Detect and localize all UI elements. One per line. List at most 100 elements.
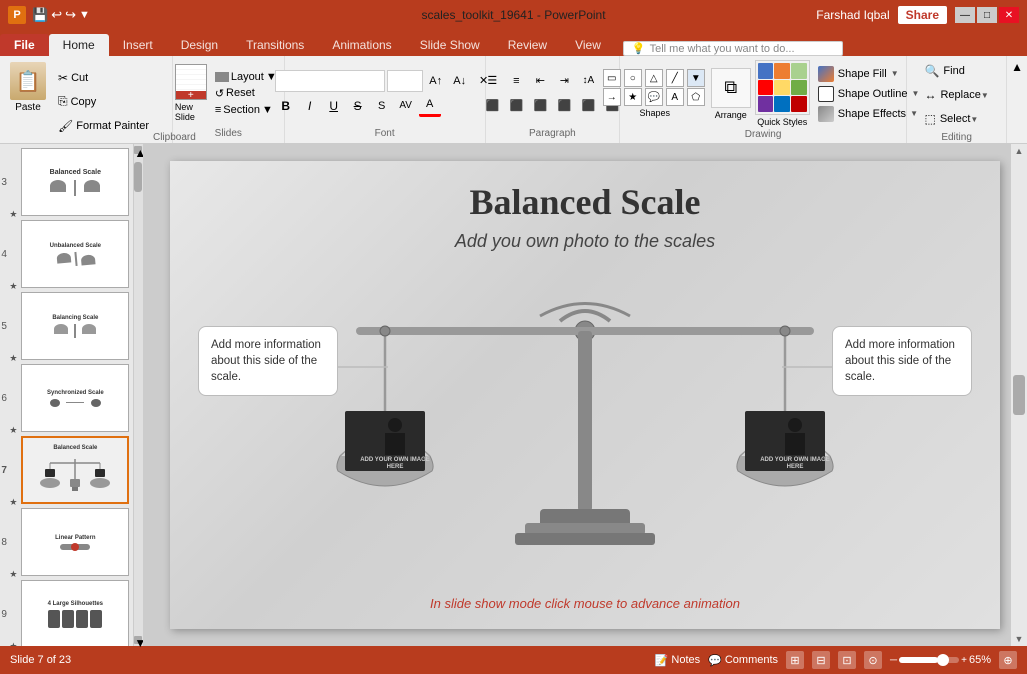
shape-text[interactable]: A	[666, 88, 684, 106]
shape-circle[interactable]: ○	[624, 69, 642, 87]
shape-pentagon[interactable]: ⬠	[687, 88, 705, 106]
zoom-plus[interactable]: +	[961, 655, 967, 666]
slide-thumb-8[interactable]: Linear Pattern	[21, 508, 129, 576]
grid-view-button[interactable]: ⊟	[812, 651, 830, 669]
font-color-button[interactable]: A	[419, 95, 441, 117]
char-spacing-button[interactable]: AV	[395, 95, 417, 117]
tab-animations[interactable]: Animations	[318, 34, 405, 56]
canvas-scrollbar[interactable]: ▲ ▼	[1011, 144, 1027, 646]
align-right-button[interactable]: ⬛	[529, 95, 551, 117]
redo-icon[interactable]: ↪	[65, 7, 76, 23]
select-button[interactable]: ⬚ Select ▼	[920, 108, 992, 130]
underline-button[interactable]: U	[323, 95, 345, 117]
find-button[interactable]: 🔍 Find	[920, 60, 992, 82]
undo-icon[interactable]: ↩	[51, 7, 62, 23]
left-pan-image[interactable]: ADD YOUR OWN IMAGE HERE	[355, 414, 435, 474]
slide-thumb-4[interactable]: Unbalanced Scale	[21, 220, 129, 288]
tab-file[interactable]: File	[0, 34, 49, 56]
zoom-handle[interactable]	[937, 654, 949, 666]
canvas-scroll-thumb[interactable]	[1013, 375, 1025, 415]
font-name-input[interactable]	[275, 70, 385, 92]
font-group: A↑ A↓ ✕ B I U S S AV A Font	[285, 56, 486, 143]
tab-slideshow[interactable]: Slide Show	[406, 34, 494, 56]
quick-styles-button[interactable]: Quick Styles	[755, 60, 810, 127]
paste-button[interactable]: 📋 Paste	[4, 60, 52, 143]
tab-design[interactable]: Design	[167, 34, 232, 56]
close-button[interactable]: ✕	[999, 7, 1019, 23]
reading-view-button[interactable]: ⊡	[838, 651, 856, 669]
tab-review[interactable]: Review	[494, 34, 561, 56]
cut-button[interactable]: ✂Cut	[54, 67, 153, 89]
minimize-button[interactable]: —	[955, 7, 975, 23]
strikethrough-button[interactable]: S	[347, 95, 369, 117]
shape-more[interactable]: ▼	[687, 69, 705, 87]
canvas-scroll-up[interactable]: ▲	[1013, 144, 1026, 158]
justify-button[interactable]: ⬛	[553, 95, 575, 117]
shadow-button[interactable]: S	[371, 95, 393, 117]
window-controls: — □ ✕	[955, 7, 1019, 23]
shapes-button[interactable]: ▭ ○ △ ╱ ▼ → ★ 💬 A ⬠ Shapes	[603, 69, 707, 118]
slide-thumb-6[interactable]: Synchronized Scale	[21, 364, 129, 432]
zoom-slider[interactable]	[899, 657, 959, 663]
slide-thumb-7[interactable]: Balanced Scale	[21, 436, 129, 504]
shape-callout[interactable]: 💬	[645, 88, 663, 106]
copy-button[interactable]: ⎘Copy	[54, 91, 153, 113]
new-slide-button[interactable]: + New Slide	[175, 64, 207, 122]
shape-rect[interactable]: ▭	[603, 69, 621, 87]
customize-icon[interactable]: ▼	[79, 9, 90, 21]
help-search[interactable]: 💡 Tell me what you want to do...	[623, 41, 843, 56]
ribbon-collapse[interactable]: ▲	[1007, 56, 1027, 143]
tab-home[interactable]: Home	[49, 34, 109, 56]
slide-thumb-9[interactable]: 4 Large Silhouettes	[21, 580, 129, 646]
scroll-down-arrow[interactable]: ▼	[134, 636, 142, 644]
align-left-button[interactable]: ⬛	[481, 95, 503, 117]
slide-row-5: 5 ★ Balancing Scale	[1, 292, 131, 360]
align-center-button[interactable]: ⬛	[505, 95, 527, 117]
replace-button[interactable]: ↔ Replace ▼	[920, 84, 992, 106]
bullet-list-button[interactable]: ☰	[481, 70, 503, 92]
slide-thumb-3[interactable]: Balanced Scale	[21, 148, 129, 216]
shape-arrow[interactable]: →	[603, 88, 621, 106]
format-painter-button[interactable]: 🖌Format Painter	[54, 115, 153, 137]
canvas-scroll-down[interactable]: ▼	[1013, 632, 1026, 646]
increase-indent-button[interactable]: ⇥	[553, 70, 575, 92]
notes-button[interactable]: 📝 Notes	[655, 654, 700, 667]
section-button[interactable]: ≡ Section▼	[210, 103, 282, 117]
callout-right[interactable]: Add more information about this side of …	[832, 326, 972, 396]
callout-left[interactable]: Add more information about this side of …	[198, 326, 338, 396]
comments-button[interactable]: 💬 Comments	[708, 654, 778, 667]
font-grow-button[interactable]: A↑	[425, 70, 447, 92]
layout-button[interactable]: Layout▼	[210, 70, 282, 84]
columns-button[interactable]: ⬛	[577, 95, 599, 117]
bold-button[interactable]: B	[275, 95, 297, 117]
zoom-controls[interactable]: ─ + 65%	[890, 654, 991, 666]
right-pan-image[interactable]: ADD YOUR OWN IMAGE HERE	[755, 414, 835, 474]
shape-line[interactable]: ╱	[666, 69, 684, 87]
font-size-input[interactable]	[387, 70, 423, 92]
decrease-indent-button[interactable]: ⇤	[529, 70, 551, 92]
maximize-button[interactable]: □	[977, 7, 997, 23]
shape-star[interactable]: ★	[624, 88, 642, 106]
tab-view[interactable]: View	[561, 34, 615, 56]
share-button[interactable]: Share	[898, 6, 947, 24]
reset-button[interactable]: ↺ Reset	[210, 86, 282, 101]
tab-transitions[interactable]: Transitions	[232, 34, 318, 56]
italic-button[interactable]: I	[299, 95, 321, 117]
save-icon[interactable]: 💾	[32, 7, 48, 23]
shape-triangle[interactable]: △	[645, 69, 663, 87]
slide[interactable]: Balanced Scale Add you own photo to the …	[170, 161, 1000, 629]
numbered-list-button[interactable]: ≡	[505, 70, 527, 92]
slide-panel-scrollbar[interactable]: ▲ ▼	[134, 144, 143, 646]
tab-insert[interactable]: Insert	[109, 34, 167, 56]
font-shrink-button[interactable]: A↓	[449, 70, 471, 92]
text-direction-button[interactable]: ↕A	[577, 70, 599, 92]
fit-slide-button[interactable]: ⊕	[999, 651, 1017, 669]
arrange-button[interactable]: ⧉ Arrange	[711, 68, 751, 120]
ribbon: 📋 Paste ✂Cut ⎘Copy 🖌Format Painter Clipb…	[0, 56, 1027, 144]
normal-view-button[interactable]: ⊞	[786, 651, 804, 669]
presenter-view-button[interactable]: ⊙	[864, 651, 882, 669]
scroll-up-arrow[interactable]: ▲	[134, 146, 142, 154]
zoom-minus[interactable]: ─	[890, 655, 897, 666]
scroll-thumb[interactable]	[134, 162, 142, 192]
slide-thumb-5[interactable]: Balancing Scale	[21, 292, 129, 360]
